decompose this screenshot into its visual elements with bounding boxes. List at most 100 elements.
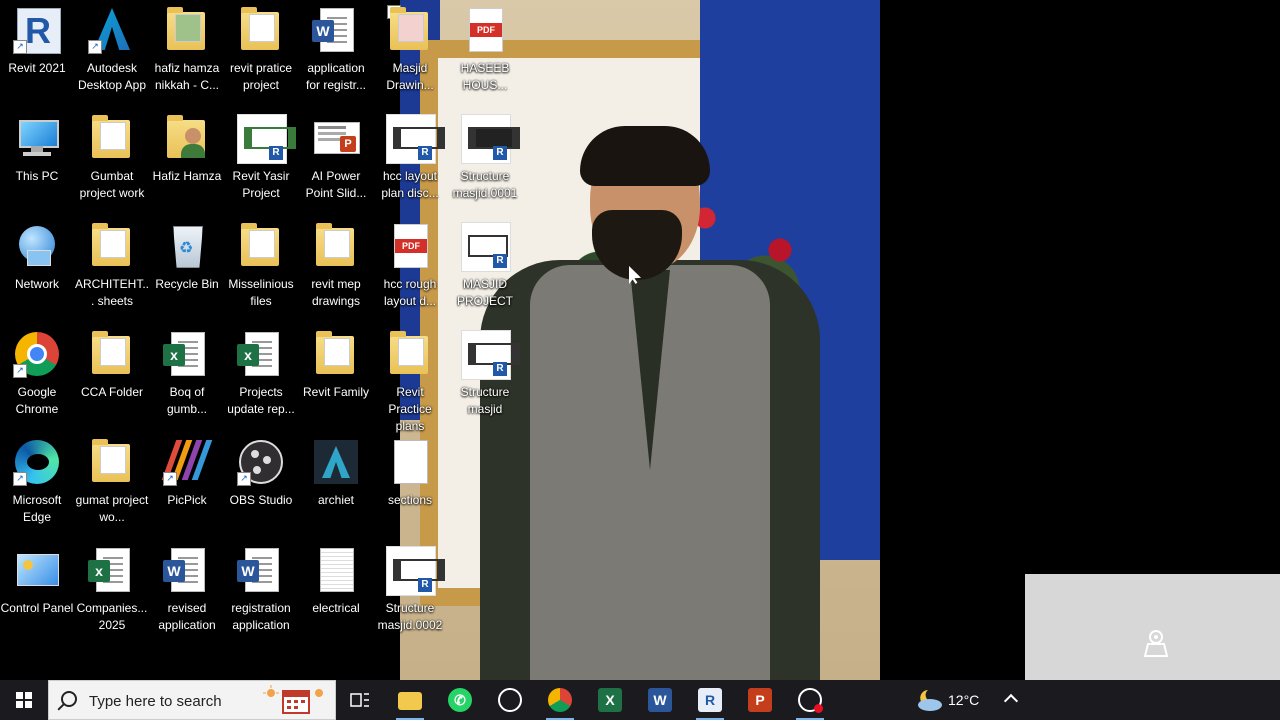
- icon-label: revit pratice project: [229, 61, 293, 92]
- chrome-icon: ↗: [13, 330, 61, 378]
- folder-icon: [88, 222, 136, 270]
- desktop-icon-electrical[interactable]: electrical: [299, 544, 373, 652]
- folder-icon: [163, 6, 211, 54]
- desktop-icon-structure-masjid-0002[interactable]: R Structure masjid.0002: [373, 544, 447, 652]
- search-placeholder: Type here to search: [89, 693, 222, 710]
- revit-file-thumbnail-icon: R: [461, 330, 520, 380]
- obs-icon: ↗: [237, 438, 285, 486]
- desktop-icon-ai-power-point-slides[interactable]: P AI Power Point Slid...: [299, 112, 373, 220]
- desktop-icon-network[interactable]: Network: [0, 220, 74, 328]
- excel-icon: X: [598, 688, 622, 712]
- desktop-icon-hcc-rough-layout[interactable]: PDF hcc rough layout d...: [373, 220, 447, 328]
- word-file-icon: W: [163, 546, 211, 594]
- network-globe-icon: [13, 222, 61, 270]
- taskbar-whatsapp[interactable]: ✆: [436, 680, 484, 720]
- partly-cloudy-night-icon: [918, 690, 942, 711]
- desktop-icon-misselinious-files[interactable]: Misselinious files: [224, 220, 298, 328]
- desktop-icon-revit-yasir-project[interactable]: R Revit Yasir Project: [224, 112, 298, 220]
- taskbar-powerpoint[interactable]: P: [736, 680, 784, 720]
- powerpoint-icon: P: [748, 688, 772, 712]
- desktop-icon-architeht-sheets[interactable]: ARCHITEHT... sheets: [75, 220, 149, 328]
- icon-label: Revit Yasir Project: [232, 169, 290, 200]
- desktop-icon-microsoft-edge[interactable]: ↗ Microsoft Edge: [0, 436, 74, 544]
- desktop-icon-structure-masjid[interactable]: R Structure masjid: [448, 328, 522, 436]
- desktop-icon-sections[interactable]: sections: [373, 436, 447, 544]
- windows-logo-icon: [16, 692, 32, 708]
- taskbar-screen-recorder[interactable]: [786, 680, 834, 720]
- taskbar-search-box[interactable]: Type here to search: [48, 680, 336, 720]
- task-view-button[interactable]: [336, 680, 384, 720]
- revit-file-thumbnail-icon: R: [386, 546, 445, 596]
- task-view-icon: [350, 693, 369, 707]
- chrome-icon: [548, 688, 572, 712]
- webcam-overlay-panel: [1025, 574, 1280, 680]
- icon-label: OBS Studio: [229, 493, 293, 507]
- autodesk-icon: ↗: [88, 6, 136, 54]
- desktop-icon-recycle-bin[interactable]: ♻ Recycle Bin: [150, 220, 224, 328]
- desktop-icon-revit-pratice-project[interactable]: revit pratice project: [224, 4, 298, 112]
- desktop-icon-revit-mep-drawings[interactable]: revit mep drawings: [299, 220, 373, 328]
- desktop-icon-hcc-layout-plan[interactable]: R hcc layout plan disc...: [373, 112, 447, 220]
- folder-icon: [88, 438, 136, 486]
- desktop-icon-boq-of-gumbat[interactable]: x Boq of gumb...: [150, 328, 224, 436]
- taskbar-google-chrome[interactable]: [536, 680, 584, 720]
- icon-label: gumat project wo...: [75, 493, 149, 524]
- icon-label: Google Chrome: [15, 385, 59, 416]
- icon-label: Masjid Drawin...: [386, 61, 434, 92]
- desktop-icon-hafiz-hamza-nikkah[interactable]: hafiz hamza nikkah - C...: [150, 4, 224, 112]
- icon-label: Microsoft Edge: [12, 493, 62, 524]
- word-file-icon: W: [312, 6, 360, 54]
- desktop-icon-projects-update-report[interactable]: x Projects update rep...: [224, 328, 298, 436]
- desktop-icon-archiet[interactable]: archiet: [299, 436, 373, 544]
- revit-icon: R: [698, 688, 722, 712]
- revit-file-thumbnail-icon: R: [461, 114, 520, 164]
- desktop-icon-picpick[interactable]: ↗ PicPick: [150, 436, 224, 544]
- icon-label: Revit Family: [302, 385, 369, 399]
- desktop-icon-structure-masjid-0001[interactable]: R Structure masjid.0001: [448, 112, 522, 220]
- taskbar-word[interactable]: W: [636, 680, 684, 720]
- pdf-file-icon: PDF: [386, 222, 434, 270]
- weather-widget[interactable]: 12°C: [912, 680, 992, 720]
- desktop-icon-revit-2021[interactable]: R ↗ Revit 2021: [0, 4, 74, 112]
- icon-label: Revit Practice plans: [388, 385, 432, 433]
- icon-label: MASJID PROJECT: [456, 277, 513, 308]
- desktop-icon-google-chrome[interactable]: ↗ Google Chrome: [0, 328, 74, 436]
- icon-label: HASEEB HOUS...: [460, 61, 510, 92]
- desktop-icon-revit-practice-plans[interactable]: Revit Practice plans: [373, 328, 447, 436]
- icon-label: Recycle Bin: [155, 277, 219, 291]
- desktop-icon-obs-studio[interactable]: ↗ OBS Studio: [224, 436, 298, 544]
- desktop-icon-revised-application[interactable]: W revised application: [150, 544, 224, 652]
- picpick-icon: ↗: [161, 438, 213, 486]
- icon-label: Boq of gumb...: [166, 385, 208, 416]
- folder-icon: [88, 114, 136, 162]
- desktop-icon-control-panel[interactable]: Control Panel: [0, 544, 74, 652]
- desktop-icon-this-pc[interactable]: This PC: [0, 112, 74, 220]
- desktop-icon-application-for-registration[interactable]: W application for registr...: [299, 4, 373, 112]
- taskbar-excel[interactable]: X: [586, 680, 634, 720]
- desktop-icon-masjid-drawing[interactable]: Masjid Drawin...: [373, 4, 447, 112]
- folder-icon: [312, 330, 360, 378]
- folder-icon: [237, 6, 285, 54]
- icon-label: AI Power Point Slid...: [305, 169, 367, 200]
- show-hidden-icons-chevron-icon[interactable]: [1003, 693, 1019, 709]
- desktop-icon-gumat-project-work[interactable]: gumat project wo...: [75, 436, 149, 544]
- taskbar-chatgpt[interactable]: [486, 680, 534, 720]
- desktop-icon-companies-2025[interactable]: x Companies... 2025: [75, 544, 149, 652]
- chatgpt-icon: [498, 688, 522, 712]
- desktop-icon-haseeb-house[interactable]: PDF HASEEB HOUS...: [448, 4, 522, 112]
- desktop-icon-masjid-project[interactable]: R MASJID PROJECT: [448, 220, 522, 328]
- taskbar-file-explorer[interactable]: [386, 680, 434, 720]
- desktop-icon-gumbat-project-work[interactable]: Gumbat project work: [75, 112, 149, 220]
- desktop-icon-registration-application[interactable]: W registration application: [224, 544, 298, 652]
- webcam-icon: [1143, 630, 1169, 657]
- icon-label: Structure masjid.0001: [452, 169, 518, 200]
- taskbar-revit[interactable]: R: [686, 680, 734, 720]
- desktop-icon-revit-family[interactable]: Revit Family: [299, 328, 373, 436]
- icon-label: Network: [14, 277, 59, 291]
- revit-file-thumbnail-icon: R: [461, 222, 511, 272]
- desktop-icon-autodesk-desktop-app[interactable]: ↗ Autodesk Desktop App: [75, 4, 149, 112]
- desktop-icon-cca-folder[interactable]: CCA Folder: [75, 328, 149, 436]
- icon-label: archiet: [317, 493, 355, 507]
- desktop-icon-hafiz-hamza[interactable]: Hafiz Hamza: [150, 112, 224, 220]
- start-button[interactable]: [0, 680, 48, 720]
